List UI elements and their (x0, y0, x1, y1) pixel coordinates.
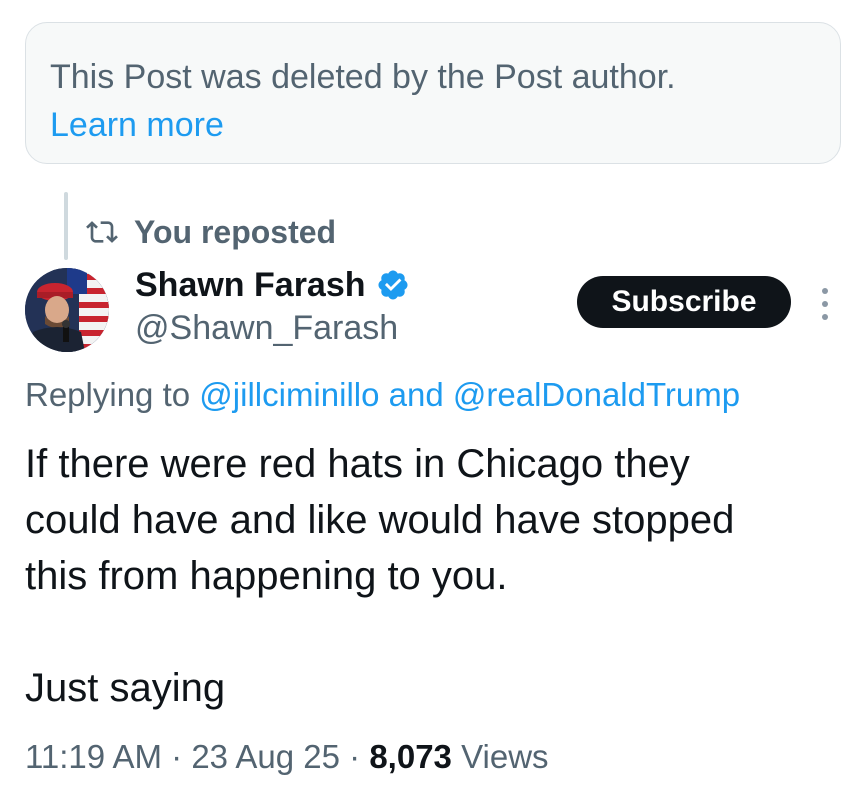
deleted-post-notice: This Post was deleted by the Post author… (25, 22, 841, 164)
reply-conjunction: and (388, 376, 444, 413)
author-handle[interactable]: @Shawn_Farash (135, 306, 398, 350)
verified-badge-icon (376, 268, 410, 302)
author-name-row[interactable]: Shawn Farash (135, 262, 410, 308)
reply-prefix: Replying to (25, 376, 191, 413)
author-name[interactable]: Shawn Farash (135, 266, 366, 305)
more-vertical-icon[interactable] (817, 284, 833, 324)
repost-icon (86, 216, 118, 248)
meta-separator: · (171, 738, 183, 775)
tweet-meta: 11:19 AM · 23 Aug 25 · 8,073 Views (25, 734, 549, 780)
tweet-line: If there were red hats in Chicago they (25, 442, 690, 486)
tweet-line: Just saying (25, 666, 226, 710)
learn-more-link[interactable]: Learn more (50, 101, 816, 149)
tweet-line: this from happening to you. (25, 554, 508, 598)
thread-connector-line (64, 192, 68, 260)
views-count[interactable]: 8,073 (369, 738, 452, 775)
tweet-text: If there were red hats in Chicago they c… (25, 436, 855, 716)
tweet-time[interactable]: 11:19 AM (25, 738, 162, 775)
repost-label: You reposted (134, 213, 337, 250)
views-label[interactable]: Views (461, 738, 548, 775)
meta-separator: · (349, 738, 361, 775)
subscribe-button[interactable]: Subscribe (577, 276, 791, 328)
tweet-date[interactable]: 23 Aug 25 (191, 738, 340, 775)
repost-indicator: You reposted (86, 210, 336, 254)
mention-jillciminillo[interactable]: @jillciminillo (199, 376, 379, 413)
tweet-paragraph-gap (25, 604, 855, 660)
avatar[interactable] (25, 268, 109, 352)
reply-context: Replying to @jillciminillo and @realDona… (25, 372, 740, 418)
mention-realdonaldtrump[interactable]: @realDonaldTrump (453, 376, 740, 413)
deleted-post-text: This Post was deleted by the Post author… (50, 58, 676, 96)
tweet-line: could have and like would have stopped (25, 498, 735, 542)
